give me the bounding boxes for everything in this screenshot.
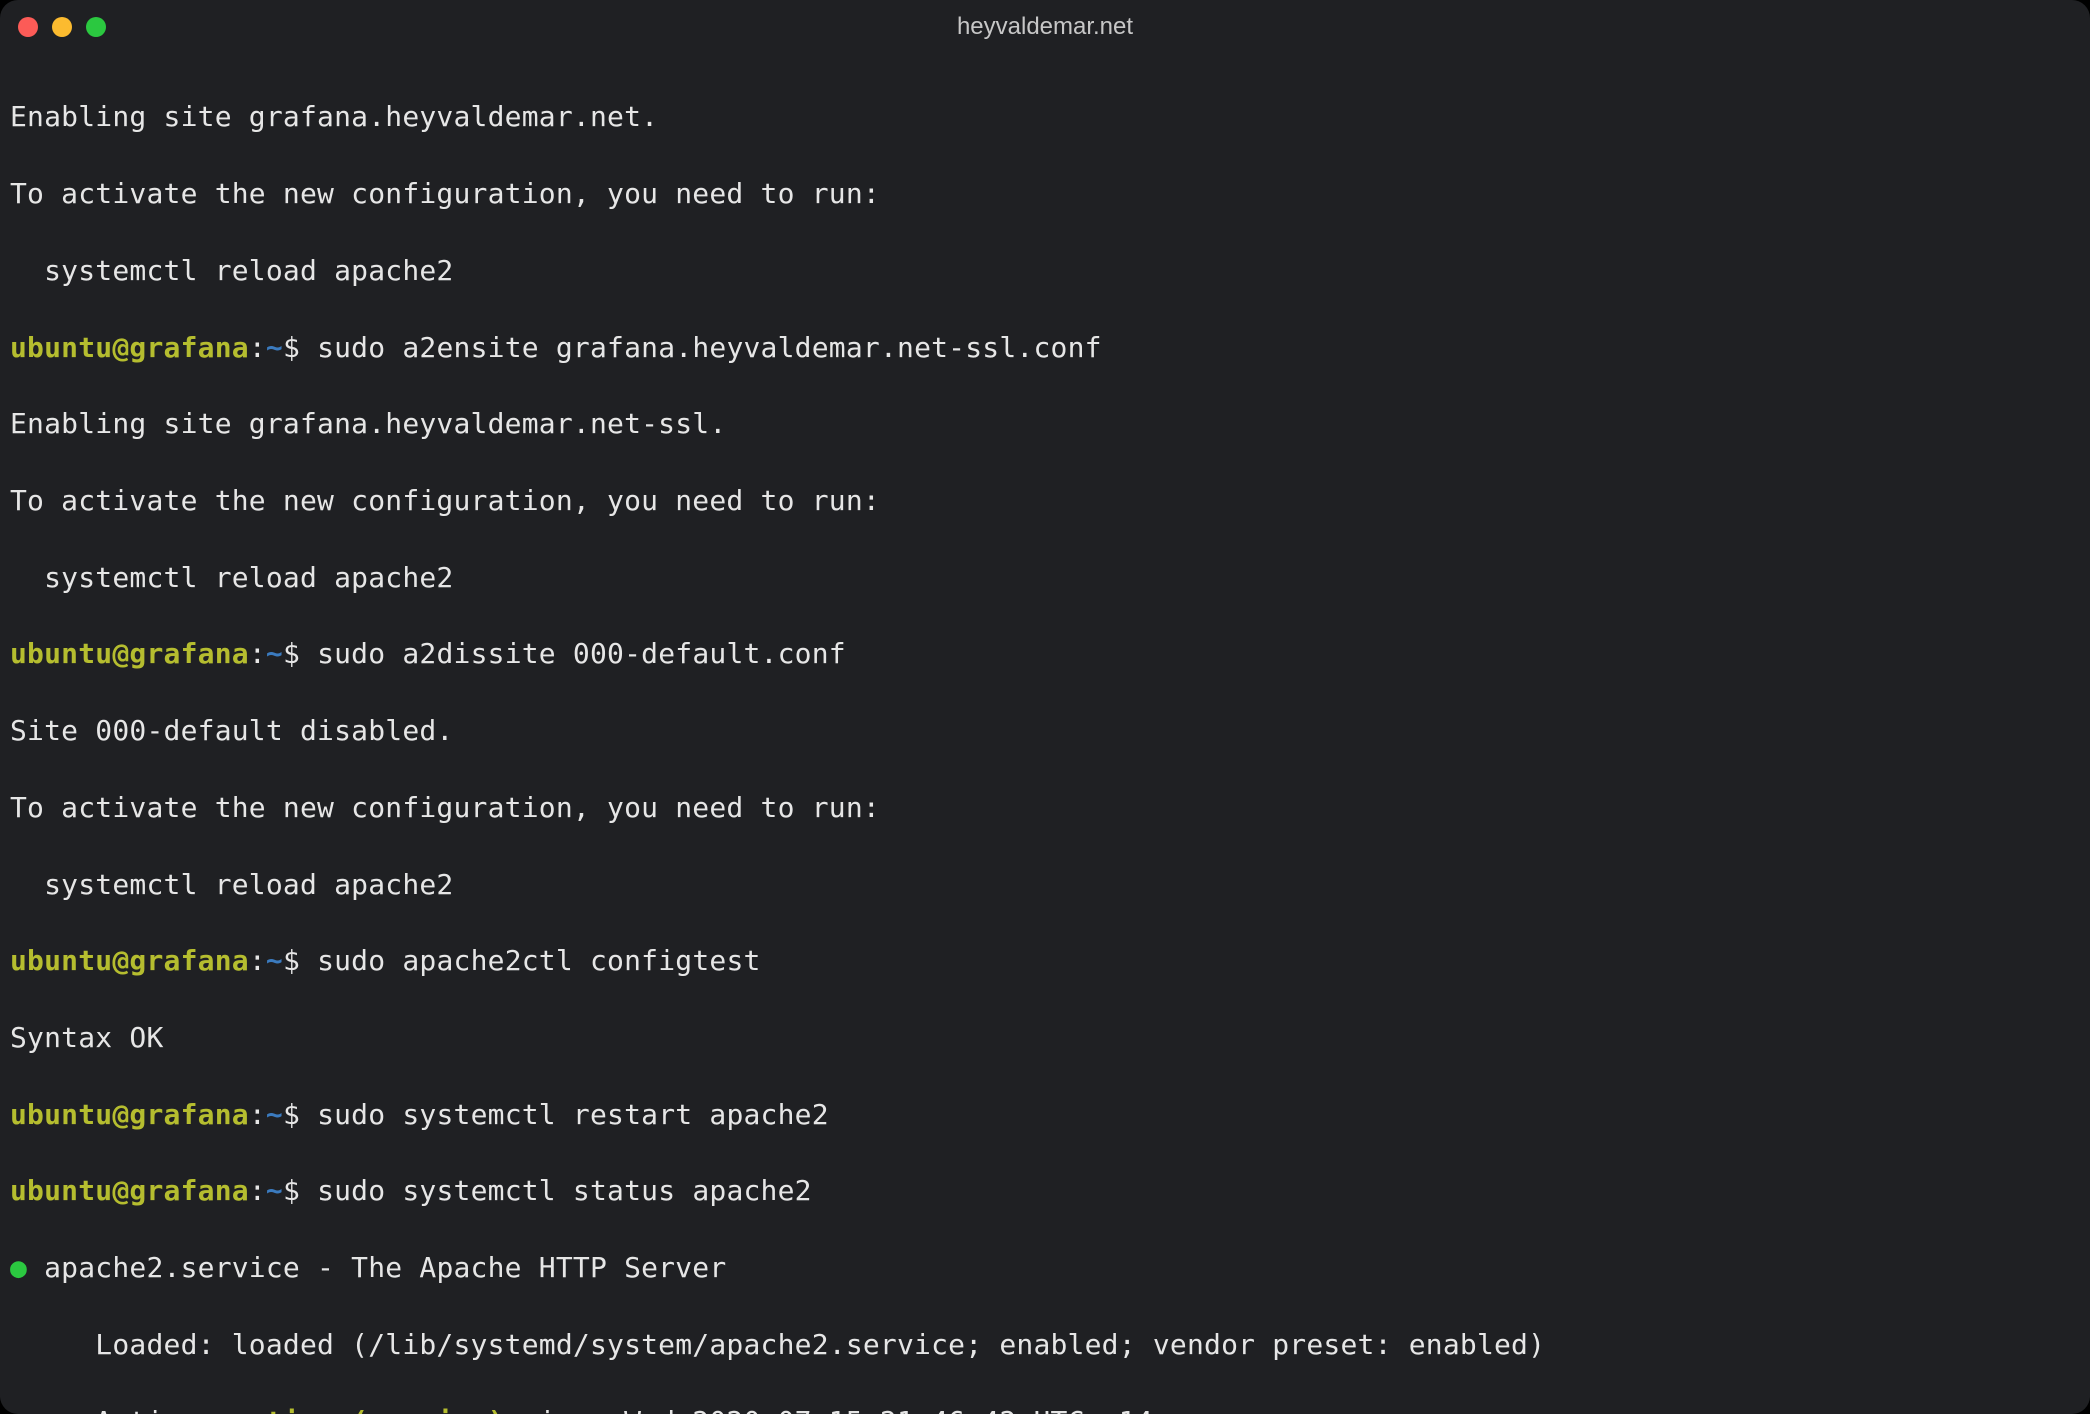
prompt-sigil: $ xyxy=(283,944,317,977)
prompt-user: ubuntu@grafana xyxy=(10,637,249,670)
prompt-sep: : xyxy=(249,637,266,670)
prompt-sigil: $ xyxy=(283,637,317,670)
output-line: systemctl reload apache2 xyxy=(10,866,2080,904)
output-text: since Wed 2020-07-15 21:46:42 UTC; 14s a… xyxy=(505,1405,1238,1414)
prompt-line: ubuntu@grafana:~$ sudo a2ensite grafana.… xyxy=(10,329,2080,367)
output-text: apache2.service - The Apache HTTP Server xyxy=(27,1251,726,1284)
status-line: ● apache2.service - The Apache HTTP Serv… xyxy=(10,1249,2080,1287)
prompt-user: ubuntu@grafana xyxy=(10,1174,249,1207)
status-dot-icon: ● xyxy=(10,1251,27,1284)
prompt-path: ~ xyxy=(266,1174,283,1207)
titlebar: heyvaldemar.net xyxy=(0,0,2090,54)
output-line: Enabling site grafana.heyvaldemar.net-ss… xyxy=(10,405,2080,443)
prompt-sep: : xyxy=(249,331,266,364)
prompt-path: ~ xyxy=(266,944,283,977)
traffic-lights xyxy=(18,17,106,37)
prompt-sigil: $ xyxy=(283,331,317,364)
output-line: To activate the new configuration, you n… xyxy=(10,482,2080,520)
active-status: active (running) xyxy=(232,1405,505,1414)
output-line: To activate the new configuration, you n… xyxy=(10,789,2080,827)
output-line: To activate the new configuration, you n… xyxy=(10,175,2080,213)
prompt-sep: : xyxy=(249,1174,266,1207)
output-line: Enabling site grafana.heyvaldemar.net. xyxy=(10,98,2080,136)
prompt-path: ~ xyxy=(266,637,283,670)
output-line: Syntax OK xyxy=(10,1019,2080,1057)
prompt-path: ~ xyxy=(266,1098,283,1131)
output-line: systemctl reload apache2 xyxy=(10,252,2080,290)
prompt-user: ubuntu@grafana xyxy=(10,331,249,364)
output-line: Loaded: loaded (/lib/systemd/system/apac… xyxy=(10,1326,2080,1364)
command-text: sudo a2ensite grafana.heyvaldemar.net-ss… xyxy=(317,331,1102,364)
prompt-sep: : xyxy=(249,944,266,977)
terminal-window: heyvaldemar.net Enabling site grafana.he… xyxy=(0,0,2090,1414)
window-title: heyvaldemar.net xyxy=(0,13,2090,41)
prompt-user: ubuntu@grafana xyxy=(10,1098,249,1131)
status-active-line: Active: active (running) since Wed 2020-… xyxy=(10,1403,2080,1414)
command-text: sudo apache2ctl configtest xyxy=(317,944,761,977)
minimize-icon[interactable] xyxy=(52,17,72,37)
terminal-body[interactable]: Enabling site grafana.heyvaldemar.net. T… xyxy=(0,54,2090,1414)
command-text: sudo systemctl status apache2 xyxy=(317,1174,812,1207)
prompt-line: ubuntu@grafana:~$ sudo systemctl status … xyxy=(10,1172,2080,1210)
output-line: Site 000-default disabled. xyxy=(10,712,2080,750)
command-text: sudo a2dissite 000-default.conf xyxy=(317,637,846,670)
prompt-sigil: $ xyxy=(283,1174,317,1207)
command-text: sudo systemctl restart apache2 xyxy=(317,1098,829,1131)
prompt-user: ubuntu@grafana xyxy=(10,944,249,977)
prompt-path: ~ xyxy=(266,331,283,364)
output-line: systemctl reload apache2 xyxy=(10,559,2080,597)
prompt-sigil: $ xyxy=(283,1098,317,1131)
zoom-icon[interactable] xyxy=(86,17,106,37)
prompt-sep: : xyxy=(249,1098,266,1131)
close-icon[interactable] xyxy=(18,17,38,37)
prompt-line: ubuntu@grafana:~$ sudo apache2ctl config… xyxy=(10,942,2080,980)
prompt-line: ubuntu@grafana:~$ sudo a2dissite 000-def… xyxy=(10,635,2080,673)
prompt-line: ubuntu@grafana:~$ sudo systemctl restart… xyxy=(10,1096,2080,1134)
output-text: Active: xyxy=(10,1405,232,1414)
